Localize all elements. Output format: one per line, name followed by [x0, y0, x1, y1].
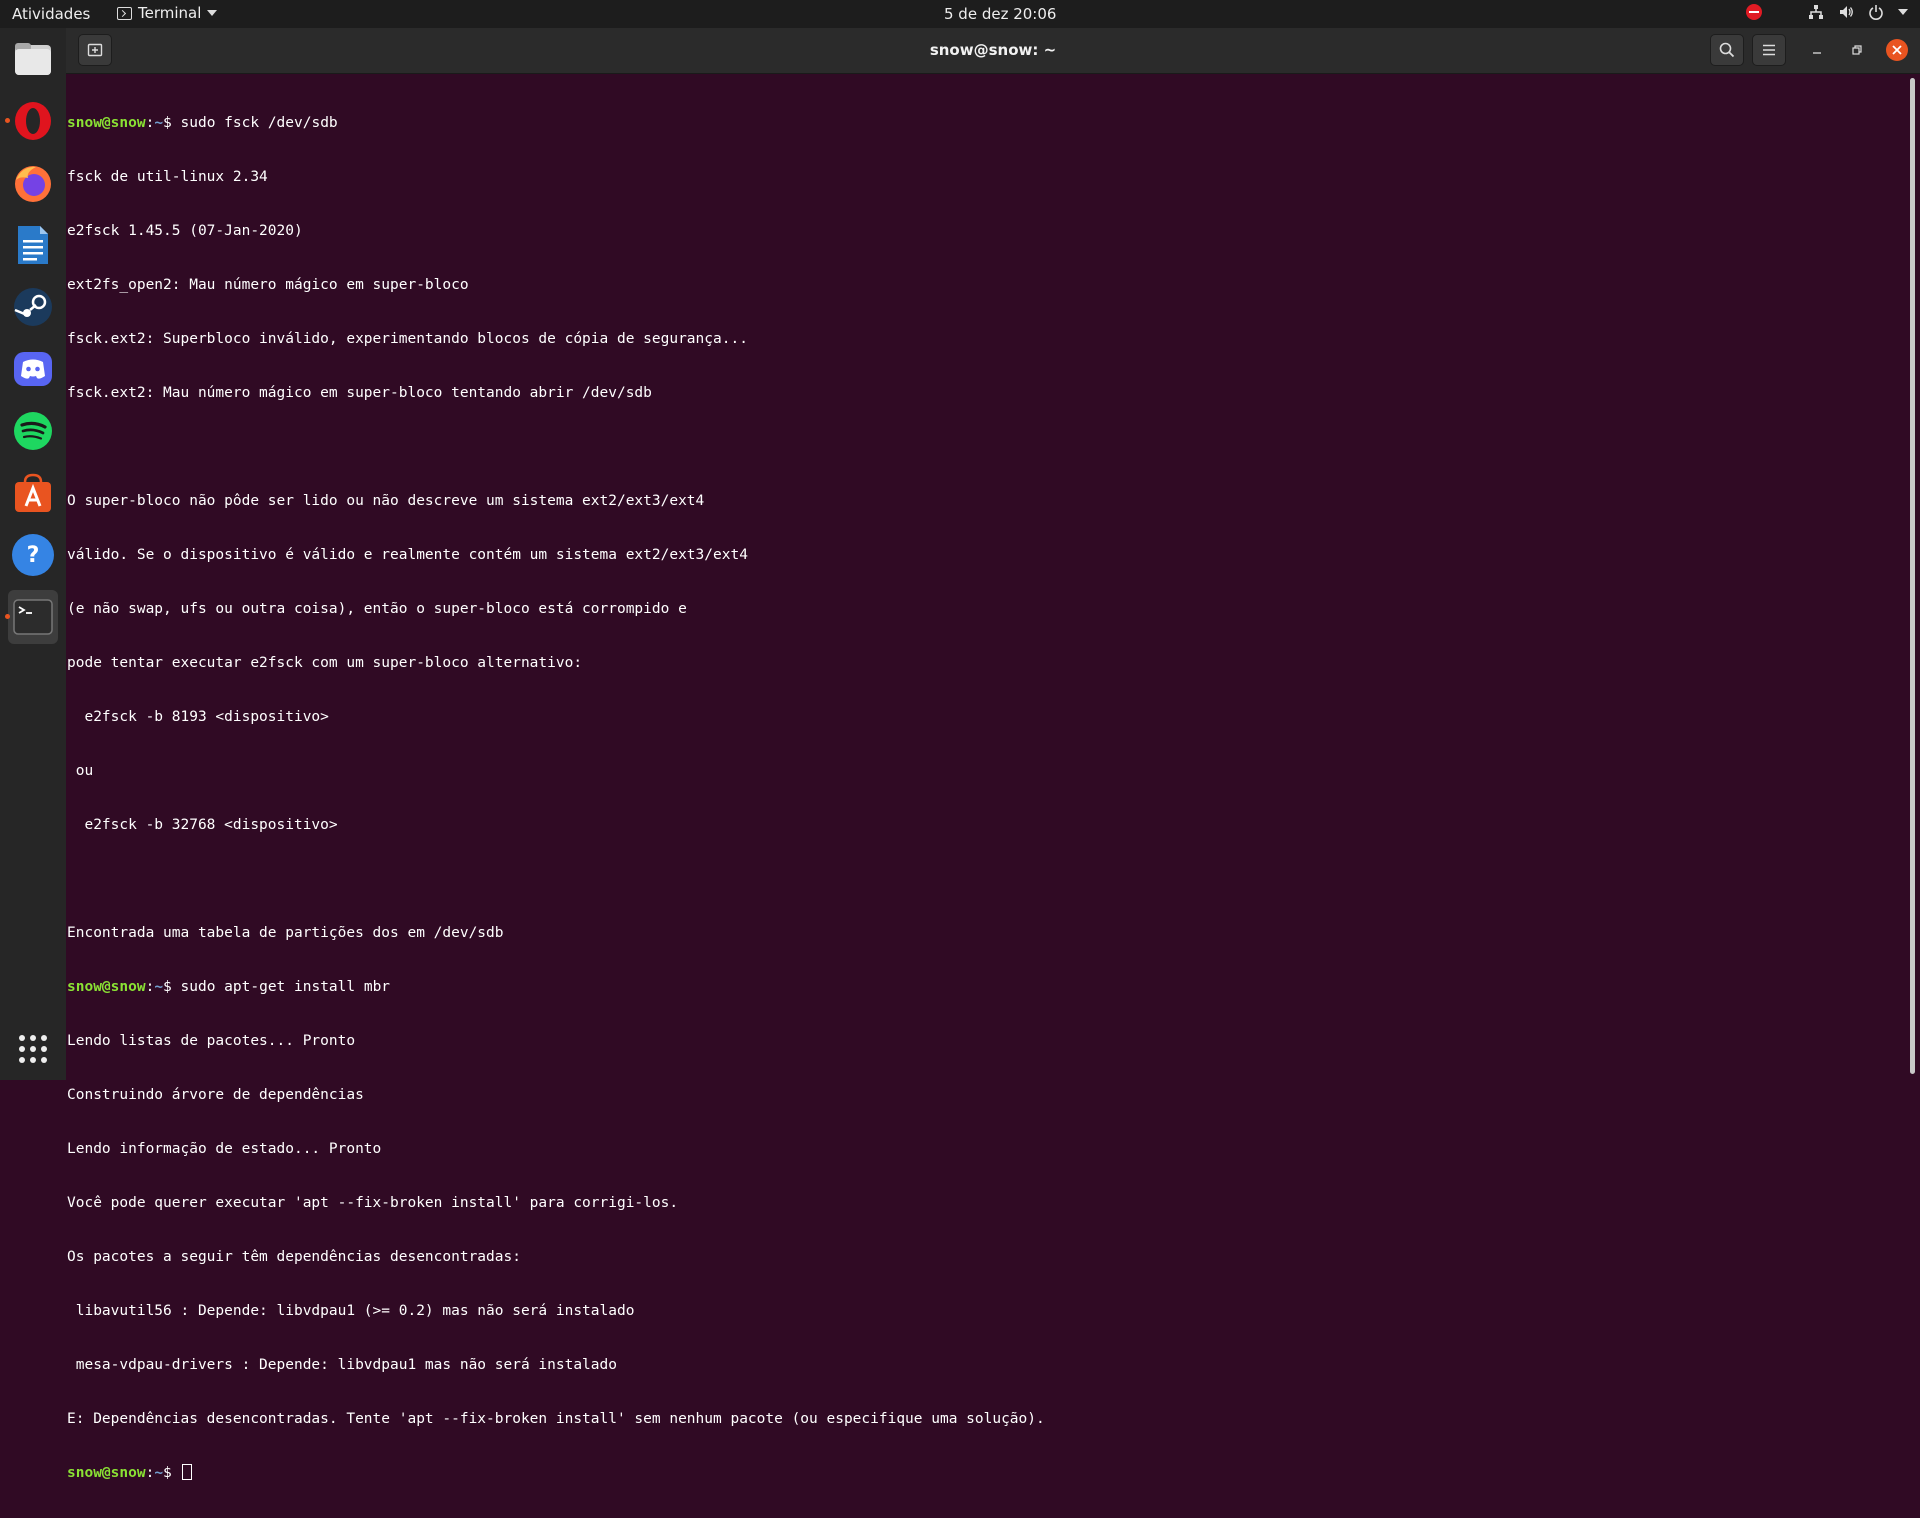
activities-button[interactable]: Atividades	[12, 5, 90, 23]
terminal-line: Construindo árvore de dependências	[67, 1087, 364, 1103]
app-menu-label: Terminal	[138, 4, 202, 22]
dock-item-software[interactable]	[8, 466, 58, 520]
terminal-view[interactable]: snow@snow:~$ sudo fsck /dev/sdb fsck de …	[66, 74, 1910, 1481]
terminal-line: Lendo informação de estado... Pronto	[67, 1141, 382, 1157]
opera-icon	[15, 102, 51, 140]
software-icon	[15, 473, 51, 512]
prompt-user: snow@snow	[67, 979, 146, 995]
maximize-button[interactable]	[1846, 39, 1868, 61]
dock-item-help[interactable]: ?	[8, 528, 58, 582]
terminal-line: ext2fs_open2: Mau número mágico em super…	[67, 277, 469, 293]
dock-item-firefox[interactable]	[8, 156, 58, 210]
chevron-down-icon[interactable]	[1898, 9, 1908, 15]
show-apps-button[interactable]	[8, 1022, 58, 1076]
terminal-line: fsck.ext2: Superbloco inválido, experime…	[67, 331, 748, 347]
terminal-icon	[117, 6, 132, 20]
running-indicator	[5, 614, 10, 619]
app-menu[interactable]: Terminal	[117, 4, 218, 22]
dock: ?	[0, 28, 66, 1080]
chevron-down-icon	[207, 10, 218, 16]
prompt-symbol: $	[163, 1465, 181, 1481]
terminal-line: Encontrada uma tabela de partições dos e…	[67, 925, 504, 941]
clock[interactable]: 5 de dez 20:06	[944, 5, 1056, 23]
firefox-icon	[15, 166, 51, 202]
network-icon[interactable]	[1808, 4, 1824, 20]
close-button[interactable]	[1886, 39, 1908, 61]
do-not-disturb-icon[interactable]	[1746, 4, 1762, 20]
command-text: sudo fsck /dev/sdb	[180, 115, 338, 131]
terminal-line: e2fsck -b 8193 <dispositivo>	[67, 709, 329, 725]
terminal-line: E: Dependências desencontradas. Tente 'a…	[67, 1411, 1045, 1427]
top-bar: Atividades Terminal 5 de dez 20:06	[0, 0, 1920, 28]
running-indicator	[5, 118, 10, 123]
terminal-line: Os pacotes a seguir têm dependências des…	[67, 1249, 521, 1265]
terminal-line: (e não swap, ufs ou outra coisa), então …	[67, 601, 687, 617]
hamburger-menu-button[interactable]	[1752, 34, 1786, 66]
prompt-user: snow@snow	[67, 1465, 146, 1481]
dock-item-steam[interactable]	[8, 280, 58, 334]
prompt-symbol: $	[163, 979, 181, 995]
text-cursor	[181, 1464, 192, 1480]
terminal-line: pode tentar executar e2fsck com um super…	[67, 655, 583, 671]
terminal-icon	[13, 599, 53, 635]
terminal-line: O super-bloco não pôde ser lido ou não d…	[67, 493, 705, 509]
terminal-line: fsck de util-linux 2.34	[67, 169, 268, 185]
dock-item-terminal[interactable]	[5, 590, 58, 644]
dock-item-files[interactable]	[8, 32, 58, 86]
writer-icon	[18, 226, 48, 264]
terminal-line: e2fsck -b 32768 <dispositivo>	[67, 817, 338, 833]
terminal-line: libavutil56 : Depende: libvdpau1 (>= 0.2…	[67, 1303, 635, 1319]
terminal-output: snow@snow:~$ sudo fsck /dev/sdb fsck de …	[67, 78, 1045, 1518]
spotify-icon	[14, 412, 52, 450]
help-icon: ?	[12, 534, 54, 576]
terminal-line: Você pode querer executar 'apt --fix-bro…	[67, 1195, 679, 1211]
terminal-line: fsck.ext2: Mau número mágico em super-bl…	[67, 385, 652, 401]
terminal-line: válido. Se o dispositivo é válido e real…	[67, 547, 748, 563]
minimize-icon	[1813, 52, 1821, 54]
search-button[interactable]	[1710, 34, 1744, 66]
search-icon	[1719, 42, 1735, 58]
dock-item-spotify[interactable]	[8, 404, 58, 458]
prompt-path: ~	[154, 115, 164, 131]
prompt-separator: :	[145, 1465, 155, 1481]
grid-icon	[19, 1035, 47, 1063]
hamburger-icon	[1763, 44, 1775, 56]
terminal-line: Lendo listas de pacotes... Pronto	[67, 1033, 356, 1049]
minimize-button[interactable]	[1806, 39, 1828, 61]
power-icon[interactable]	[1868, 4, 1884, 20]
system-tray[interactable]	[1746, 4, 1908, 20]
command-text: sudo apt-get install mbr	[180, 979, 391, 995]
dock-item-discord[interactable]	[8, 342, 58, 396]
window-title: snow@snow: ~	[929, 41, 1057, 59]
terminal-prompt-line: snow@snow:~$ sudo fsck /dev/sdb	[67, 114, 1045, 132]
restore-icon	[1852, 45, 1862, 55]
prompt-separator: :	[145, 979, 155, 995]
window-headerbar: snow@snow: ~	[66, 28, 1920, 74]
prompt-path: ~	[154, 979, 164, 995]
prompt-user: snow@snow	[67, 115, 146, 131]
prompt-separator: :	[145, 115, 155, 131]
dock-item-opera[interactable]	[5, 94, 58, 148]
prompt-path: ~	[154, 1465, 164, 1481]
terminal-prompt-line: snow@snow:~$ sudo apt-get install mbr	[67, 978, 1045, 996]
terminal-prompt-line: snow@snow:~$	[67, 1464, 1045, 1482]
dock-item-writer[interactable]	[8, 218, 58, 272]
terminal-line: e2fsck 1.45.5 (07-Jan-2020)	[67, 223, 303, 239]
close-icon	[1892, 45, 1902, 55]
steam-icon	[14, 288, 52, 326]
terminal-line: ou	[67, 763, 94, 779]
terminal-line: mesa-vdpau-drivers : Depende: libvdpau1 …	[67, 1357, 617, 1373]
discord-icon	[14, 352, 52, 386]
volume-icon[interactable]	[1838, 4, 1854, 20]
terminal-scrollbar[interactable]	[1910, 78, 1915, 1074]
prompt-symbol: $	[163, 115, 181, 131]
files-icon	[15, 43, 51, 75]
